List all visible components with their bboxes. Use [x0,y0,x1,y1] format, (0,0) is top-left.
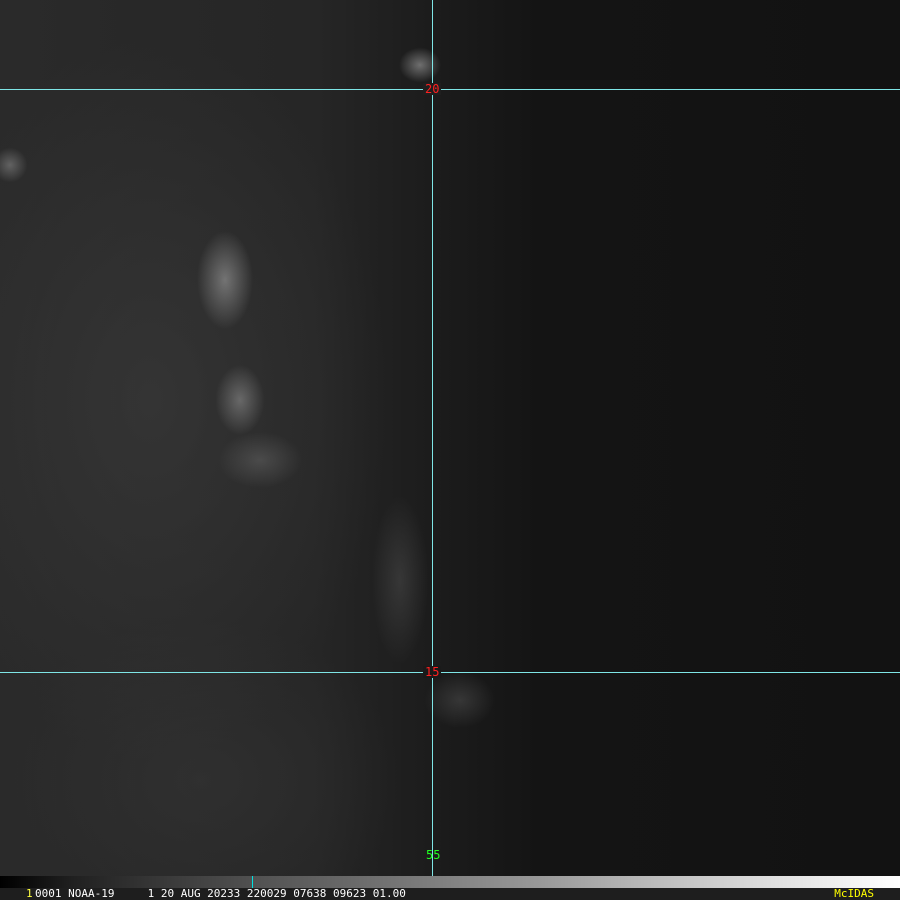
lon-label-55: 55 [426,848,441,862]
longitude-line-55 [432,0,433,876]
satellite-image-viewer: 20 15 55 1 0001 NOAA-19 1 20 AUG 20233 2… [0,0,900,900]
mcidas-brand: McIDAS [834,887,874,900]
lat-label-20: 20 [423,82,442,96]
status-bar: 1 0001 NOAA-19 1 20 AUG 20233 220029 076… [0,888,900,900]
image-metadata: 0001 NOAA-19 1 20 AUG 20233 220029 07638… [35,887,406,900]
latitude-line-20 [0,89,900,90]
frame-number: 1 [26,887,33,900]
satellite-imagery [0,0,900,876]
lat-label-15: 15 [423,665,442,679]
latitude-line-15 [0,672,900,673]
